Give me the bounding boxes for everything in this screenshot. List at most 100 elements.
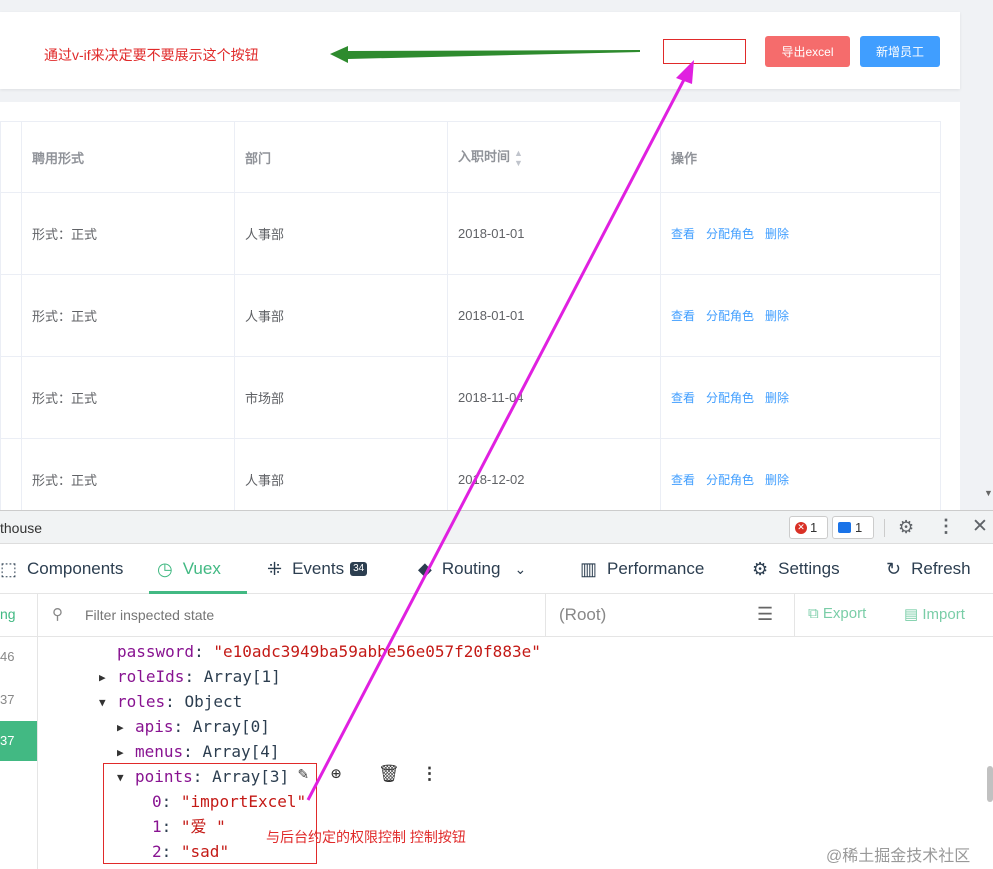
root-label: (Root)	[559, 605, 607, 624]
divider	[884, 519, 885, 537]
table-row: 形式：正式 人事部 2018-01-01 查看 分配角色 删除	[0, 274, 941, 357]
state-value: Array[0]	[192, 717, 270, 736]
expand-arrow-icon[interactable]: ▶	[117, 746, 124, 759]
cell-dept: 人事部	[234, 274, 448, 357]
tab-label: Components	[27, 559, 124, 578]
trash-icon[interactable]: 🗑	[378, 764, 400, 784]
expand-arrow-icon[interactable]: ▶	[99, 671, 106, 684]
state-filter-bar: ng ⚲ (Root) ☰ ⧉ Export ▤ Import	[0, 594, 993, 637]
view-link[interactable]: 查看	[671, 227, 695, 241]
tab-vuex[interactable]: ◷ Vuex	[157, 544, 221, 594]
delete-link[interactable]: 删除	[765, 309, 789, 323]
tab-settings[interactable]: ⚙ Settings	[752, 544, 840, 594]
sort-icon[interactable]: ▲ ▼	[514, 148, 523, 168]
tab-events[interactable]: ⁜ Events 34	[267, 544, 368, 594]
add-circle-icon[interactable]: ⊕	[331, 764, 341, 784]
annotation-top-note: 通过v-if来决定要不要展示这个按钮	[44, 47, 259, 63]
state-row-roles[interactable]: roles: Object	[117, 689, 242, 714]
view-link[interactable]: 查看	[671, 309, 695, 323]
cell-actions: 查看 分配角色 删除	[660, 438, 941, 521]
devtools-settings-gear-icon[interactable]: ⚙	[898, 517, 914, 538]
filter-lines-icon[interactable]: ☰	[757, 604, 773, 625]
filter-state-input[interactable]	[85, 605, 525, 625]
state-row-menus[interactable]: menus: Array[4]	[135, 739, 280, 764]
watermark: @稀土掘金技术社区	[826, 848, 971, 865]
cell-form: 形式：正式	[21, 192, 235, 275]
table-cell	[0, 192, 22, 275]
cell-actions: 查看 分配角色 删除	[660, 274, 941, 357]
diamond-route-icon: ◆	[418, 558, 432, 579]
cell-dept: 人事部	[234, 192, 448, 275]
tab-label: Performance	[607, 559, 705, 578]
export-excel-button[interactable]: 导出excel	[765, 36, 850, 67]
state-key: password	[117, 642, 195, 661]
cell-form: 形式：正式	[21, 356, 235, 439]
add-employee-button[interactable]: 新增员工	[860, 36, 940, 67]
cell-actions: 查看 分配角色 删除	[660, 192, 941, 275]
refresh-icon: ↻	[886, 558, 902, 579]
table-header-row: 聘用形式 部门 入职时间 ▲ ▼ 操作	[0, 121, 941, 193]
table-row: 形式：正式 人事部 2018-01-01 查看 分配角色 删除	[0, 192, 941, 275]
tab-label: Routing	[441, 559, 501, 578]
tab-refresh[interactable]: ↻ Refresh	[886, 544, 971, 594]
header-hire-date[interactable]: 入职时间 ▲ ▼	[447, 121, 661, 193]
assign-role-link[interactable]: 分配角色	[706, 309, 754, 323]
delete-link[interactable]: 删除	[765, 473, 789, 487]
export-state-button[interactable]: ⧉ Export	[808, 605, 866, 622]
state-key: roles	[117, 692, 166, 711]
tab-label: Refresh	[911, 559, 971, 578]
tab-label: Events	[292, 559, 345, 578]
state-value: Array[1]	[203, 667, 281, 686]
collapse-arrow-icon[interactable]: ▼	[99, 696, 106, 709]
events-count-badge: 34	[350, 562, 368, 576]
chevron-down-icon[interactable]: ⌄	[514, 561, 526, 578]
more-options-icon[interactable]: ⋮	[937, 516, 955, 537]
bar-chart-icon: ▥	[580, 558, 598, 579]
cell-date: 2018-12-02	[447, 438, 661, 521]
message-count: 1	[855, 520, 863, 535]
view-link[interactable]: 查看	[671, 391, 695, 405]
state-key: menus	[135, 742, 184, 761]
table-row: 形式：正式 市场部 2018-11-04 查看 分配角色 删除	[0, 356, 941, 439]
state-row-apis[interactable]: apis: Array[0]	[135, 714, 270, 739]
assign-role-link[interactable]: 分配角色	[706, 391, 754, 405]
error-icon: ✕	[795, 521, 807, 534]
state-key: apis	[135, 717, 174, 736]
import-state-button[interactable]: ▤ Import	[904, 605, 965, 623]
scroll-down-arrow-icon[interactable]: ▼	[984, 488, 993, 508]
table-row: 形式：正式 人事部 2018-12-02 查看 分配角色 删除	[0, 438, 941, 521]
app-area: 通过v-if来决定要不要展示这个按钮 导出excel 新增员工 聘用形式 部门 …	[0, 0, 993, 521]
header-department: 部门	[234, 121, 448, 193]
state-row-password: password: "e10adc3949ba59abbe56e057f20f8…	[117, 642, 541, 661]
vertical-scrollbar[interactable]	[987, 766, 993, 802]
view-link[interactable]: 查看	[671, 473, 695, 487]
tab-routing[interactable]: ◆ Routing ⌄	[418, 544, 526, 594]
devtools-title: thouse	[0, 520, 43, 536]
assign-role-link[interactable]: 分配角色	[706, 473, 754, 487]
delete-link[interactable]: 删除	[765, 391, 789, 405]
state-value: Object	[184, 692, 243, 711]
clipboard-icon: ▤	[904, 606, 919, 623]
more-options-icon[interactable]: ⋮	[421, 764, 438, 784]
points-highlight-box	[103, 763, 317, 864]
header-hire-date-label: 入职时间	[458, 149, 511, 165]
dots-grid-icon: ⁜	[267, 558, 283, 579]
error-count-badge[interactable]: ✕ 1	[789, 516, 828, 539]
tab-label: Vuex	[182, 559, 221, 578]
tab-label: Settings	[778, 559, 840, 578]
error-count: 1	[810, 520, 818, 535]
tab-performance[interactable]: ▥ Performance	[580, 544, 704, 594]
state-row-roleIds[interactable]: roleIds: Array[1]	[117, 664, 281, 689]
table-cell	[0, 274, 22, 357]
tab-components[interactable]: ⬚ Components	[0, 544, 123, 594]
state-key: roleIds	[117, 667, 185, 686]
delete-link[interactable]: 删除	[765, 227, 789, 241]
annotation-bottom-note: 与后台约定的权限控制 控制按钮	[266, 829, 466, 845]
expand-arrow-icon[interactable]: ▶	[117, 721, 124, 734]
message-count-badge[interactable]: 1	[832, 516, 874, 539]
state-value: "e10adc3949ba59abbe56e057f20f883e"	[213, 642, 541, 661]
assign-role-link[interactable]: 分配角色	[706, 227, 754, 241]
cell-dept: 市场部	[234, 356, 448, 439]
cell-date: 2018-01-01	[447, 192, 661, 275]
close-icon[interactable]: ✕	[972, 515, 988, 538]
